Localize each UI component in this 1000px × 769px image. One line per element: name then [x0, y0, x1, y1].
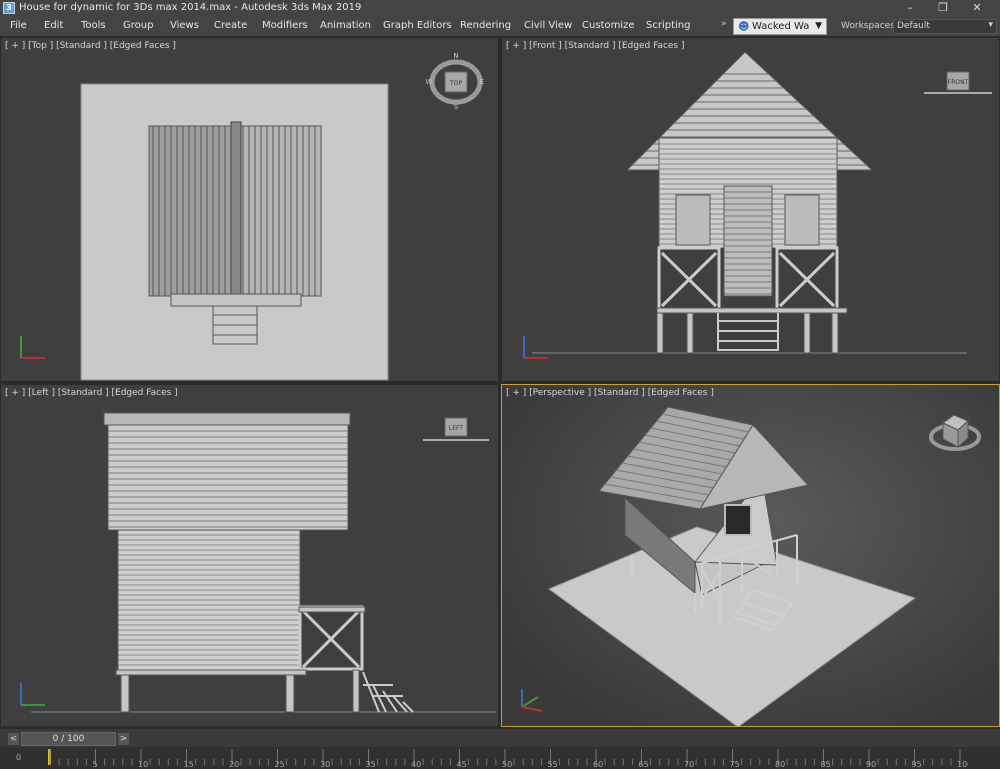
- svg-text:S: S: [454, 103, 459, 111]
- track-tick-label: 40: [411, 760, 421, 769]
- track-tick-label: 80: [775, 760, 785, 769]
- track-tick-label: 25: [275, 760, 285, 769]
- title-bar: 3 House for dynamic for 3Ds max 2014.max…: [0, 0, 1000, 17]
- account-dropdown[interactable]: ☻ Wacked Wa ▼: [733, 18, 827, 35]
- menu-group[interactable]: Group: [123, 20, 153, 31]
- track-tick-label: 30: [320, 760, 330, 769]
- perspective-scene: [521, 406, 981, 726]
- track-tick-label: 45: [457, 760, 467, 769]
- stairs-front-view: [717, 313, 779, 351]
- menu-views[interactable]: Views: [170, 20, 199, 31]
- menu-graph-editors[interactable]: Graph Editors: [383, 20, 452, 31]
- roof-top-view: [148, 121, 322, 301]
- top-view-scene: TOP N S E W: [20, 52, 485, 381]
- track-ruler[interactable]: 5 10 15 20 25 30 35 40 45 50 55 60 65 70 75 80 85 90 95 100: [48, 747, 968, 769]
- track-tick-label: 60: [593, 760, 603, 769]
- menu-overflow-button[interactable]: »: [721, 19, 727, 29]
- svg-text:E: E: [480, 78, 484, 86]
- track-tick-label: 85: [821, 760, 831, 769]
- workspaces-label: Workspaces:: [841, 21, 898, 31]
- viewcube-perspective[interactable]: [929, 414, 981, 451]
- viewport-top[interactable]: [ + ] [Top ] [Standard ] [Edged Faces ] …: [0, 37, 499, 382]
- track-tick-label: 10: [138, 760, 148, 769]
- viewport-label[interactable]: [ + ] [Top ] [Standard ] [Edged Faces ]: [5, 41, 176, 51]
- previous-frame-button[interactable]: <: [8, 733, 19, 745]
- menu-customize[interactable]: Customize: [582, 20, 635, 31]
- svg-text:LEFT: LEFT: [449, 425, 463, 432]
- viewport-label[interactable]: [ + ] [Perspective ] [Standard ] [Edged …: [506, 388, 714, 398]
- chevron-down-icon: ▼: [815, 21, 822, 31]
- axis-gizmo: [523, 336, 548, 359]
- stairs-left-view: [362, 671, 414, 713]
- menu-edit[interactable]: Edit: [44, 20, 63, 31]
- viewcube[interactable]: LEFT: [423, 417, 489, 441]
- window-title: House for dynamic for 3Ds max 2014.max -…: [19, 2, 362, 13]
- track-bar[interactable]: 0 5 10 15 20 25 30 35 40 45 50 55 60 65 70 75 80 85 90 95 1…: [0, 747, 1000, 769]
- menu-tools[interactable]: Tools: [81, 20, 106, 31]
- svg-text:FRONT: FRONT: [948, 79, 969, 86]
- viewport-label[interactable]: [ + ] [Front ] [Standard ] [Edged Faces …: [506, 41, 685, 51]
- axis-gizmo: [521, 689, 543, 712]
- menu-create[interactable]: Create: [214, 20, 247, 31]
- next-frame-button[interactable]: >: [118, 733, 129, 745]
- time-slider[interactable]: 0 / 100: [21, 732, 116, 746]
- track-tick-label: 65: [639, 760, 649, 769]
- track-tick-label: 20: [229, 760, 239, 769]
- viewport-perspective[interactable]: [ + ] [Perspective ] [Standard ] [Edged …: [501, 384, 1000, 727]
- maximize-button[interactable]: ❐: [928, 0, 958, 17]
- menu-rendering[interactable]: Rendering: [460, 20, 511, 31]
- menu-animation[interactable]: Animation: [320, 20, 371, 31]
- chevron-down-icon: ▾: [988, 20, 993, 30]
- svg-text:N: N: [453, 52, 458, 60]
- app-icon: 3: [3, 2, 15, 14]
- menu-file[interactable]: File: [10, 20, 27, 31]
- svg-text:W: W: [426, 78, 433, 86]
- axis-gizmo: [20, 336, 45, 359]
- minimize-button[interactable]: –: [895, 0, 925, 17]
- track-tick-label: 35: [366, 760, 376, 769]
- viewport-front[interactable]: [ + ] [Front ] [Standard ] [Edged Faces …: [501, 37, 1000, 382]
- workspace-value: Default: [897, 21, 930, 31]
- track-start-label: 0: [16, 753, 22, 762]
- axis-gizmo: [20, 683, 45, 706]
- track-tick-label: 70: [684, 760, 694, 769]
- track-tick-label: 50: [502, 760, 512, 769]
- menu-modifiers[interactable]: Modifiers: [262, 20, 308, 31]
- workspace-select[interactable]: Default ▾: [893, 19, 997, 34]
- close-button[interactable]: ✕: [962, 0, 992, 17]
- viewcube[interactable]: FRONT: [924, 71, 992, 94]
- track-tick-label: 95: [912, 760, 922, 769]
- svg-text:TOP: TOP: [449, 80, 462, 87]
- track-tick-label: 90: [866, 760, 876, 769]
- viewport-left[interactable]: [ + ] [Left ] [Standard ] [Edged Faces ]: [0, 384, 499, 727]
- menu-scripting[interactable]: Scripting: [646, 20, 690, 31]
- front-view-scene: FRONT: [523, 51, 992, 359]
- track-tick-label: 5: [93, 760, 98, 769]
- track-tick-label: 100: [957, 760, 968, 769]
- account-name: Wacked Wa: [752, 21, 810, 32]
- track-tick-label: 15: [184, 760, 194, 769]
- time-slider-bar: < 0 / 100 >: [0, 728, 1000, 747]
- track-tick-label: 55: [548, 760, 558, 769]
- left-view-scene: LEFT: [20, 412, 496, 713]
- menu-bar: File Edit Tools Group Views Create Modif…: [0, 17, 1000, 36]
- user-icon: ☻: [738, 20, 750, 33]
- viewport-label[interactable]: [ + ] [Left ] [Standard ] [Edged Faces ]: [5, 388, 178, 398]
- menu-civil-view[interactable]: Civil View: [524, 20, 572, 31]
- viewcube-compass[interactable]: TOP N S E W: [426, 52, 485, 111]
- track-tick-label: 75: [730, 760, 740, 769]
